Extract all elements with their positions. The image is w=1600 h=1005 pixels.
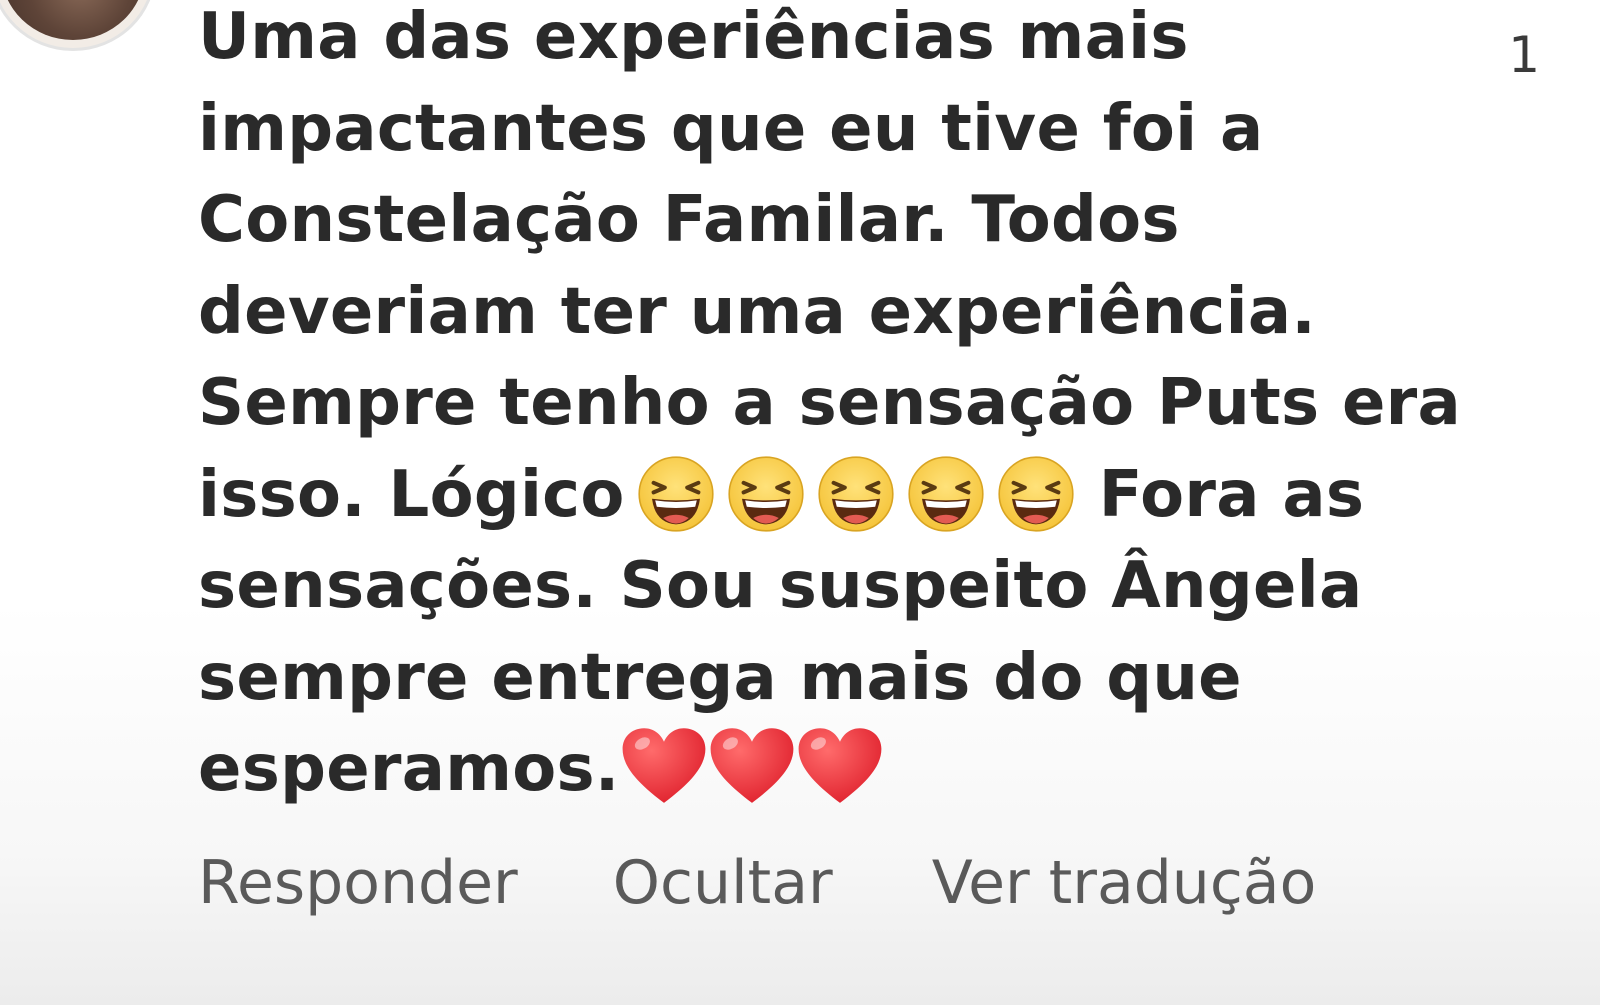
comment-text-fragment: esperamos. (198, 732, 620, 806)
hide-button[interactable]: Ocultar (613, 842, 833, 924)
comment-line-with-emojis: isso. Lógico Fora as (198, 450, 1448, 542)
grinning-squinting-face-icon (908, 456, 984, 532)
comment-line: sensações. Sou suspeito Ângela (198, 549, 1363, 623)
red-heart-icon (710, 728, 793, 804)
comment-like-count[interactable]: 1 (1508, 26, 1540, 84)
comment-line: Sempre tenho a sensação Puts era (198, 366, 1462, 440)
grinning-squinting-face-icon (818, 456, 894, 532)
reply-button[interactable]: Responder (198, 842, 518, 924)
comment-body: Uma das experiências mais impactantes qu… (198, 0, 1462, 816)
comment-line: sempre entrega mais do que (198, 640, 1242, 715)
heart-emoji-group (620, 728, 884, 806)
grinning-squinting-face-icon (728, 456, 804, 532)
grinning-squinting-face-icon (998, 456, 1074, 532)
laugh-emoji-group (631, 456, 1081, 532)
avatar-photo (1, 0, 145, 40)
comment-actions: Responder Ocultar Ver tradução (198, 842, 1316, 924)
user-avatar[interactable] (0, 0, 156, 51)
comment-line-with-emojis: esperamos. (198, 724, 1448, 816)
comment-line: impactantes que eu tive foi a (198, 91, 1264, 166)
comment-line: Constelação Familar. Todos (198, 183, 1180, 257)
grinning-squinting-face-icon (638, 456, 714, 532)
comment-line: Uma das experiências mais (198, 0, 1189, 74)
comment-text-fragment: Fora as (1098, 457, 1365, 532)
comment-text-fragment: isso. Lógico (198, 457, 625, 532)
red-heart-icon (798, 728, 881, 804)
see-translation-button[interactable]: Ver tradução (932, 842, 1317, 924)
comment-line: deveriam ter uma experiência. (198, 274, 1317, 349)
red-heart-icon (622, 728, 705, 804)
